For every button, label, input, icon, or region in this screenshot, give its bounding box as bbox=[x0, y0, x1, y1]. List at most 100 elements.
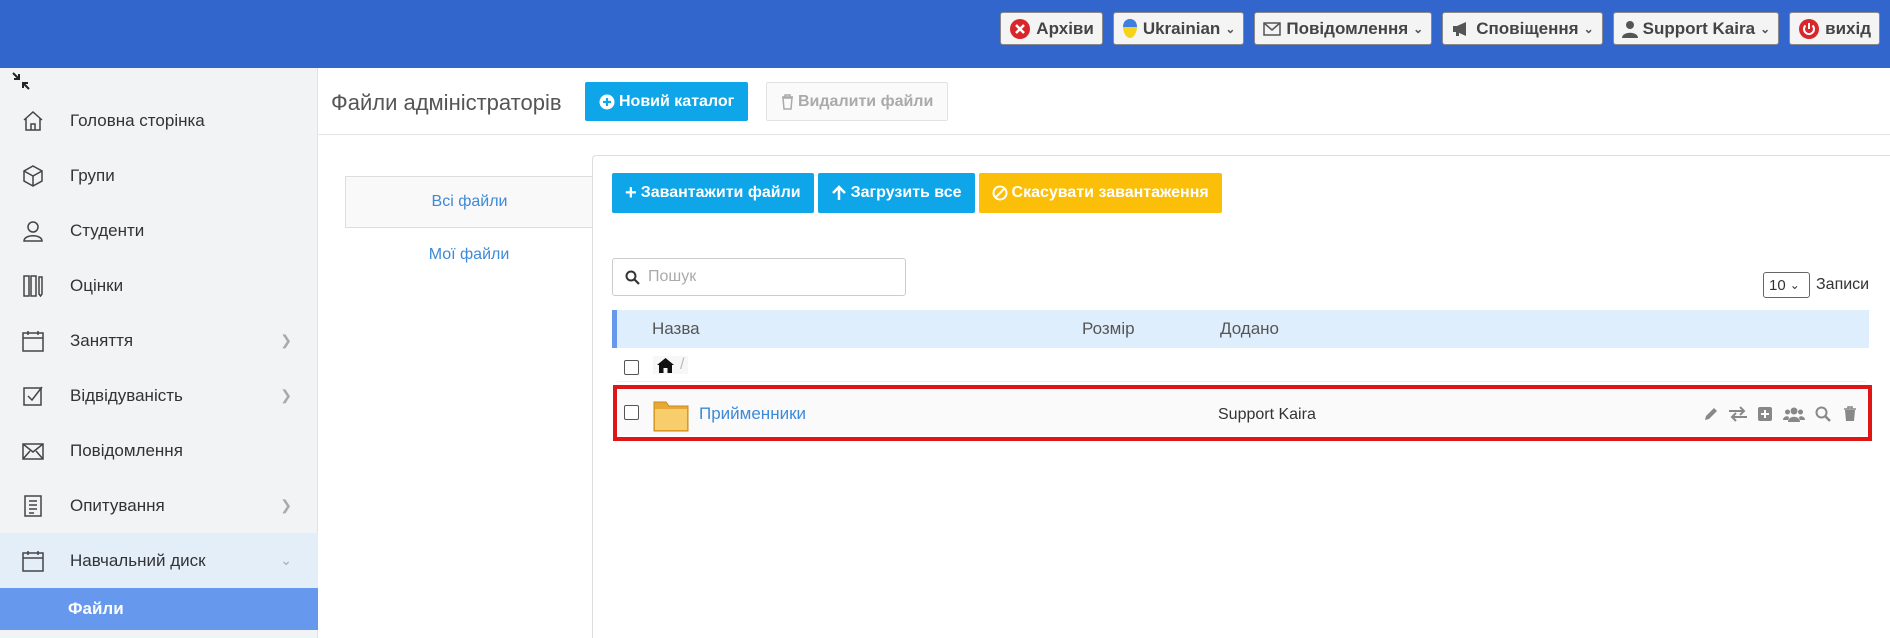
notifications-dropdown[interactable]: Сповіщення ⌄ bbox=[1442, 12, 1603, 45]
messages-label: Повідомлення bbox=[1286, 18, 1409, 38]
chevron-down-icon: ⌄ bbox=[280, 552, 292, 568]
breadcrumb-separator: / bbox=[680, 356, 685, 373]
envelope-icon bbox=[1263, 21, 1282, 36]
sidebar-item-lessons[interactable]: Заняття ❯ bbox=[0, 313, 318, 368]
breadcrumb-row: / bbox=[617, 352, 1866, 382]
collapse-sidebar-icon[interactable] bbox=[10, 70, 32, 92]
search-icon[interactable] bbox=[1813, 404, 1833, 424]
edit-pencil-icon[interactable] bbox=[1701, 404, 1721, 424]
language-label: Ukrainian bbox=[1142, 18, 1221, 38]
users-icon[interactable] bbox=[1782, 404, 1806, 424]
tab-my-files[interactable]: Мої файли bbox=[345, 228, 593, 282]
upload-files-button[interactable]: + Завантажити файли bbox=[612, 173, 814, 213]
ukraine-flag-icon bbox=[1122, 18, 1138, 39]
sidebar-item-grades[interactable]: Оцінки bbox=[0, 258, 318, 313]
trash-icon bbox=[781, 93, 794, 110]
per-page-value: 10 bbox=[1769, 276, 1786, 294]
sidebar-item-home[interactable]: Головна сторінка bbox=[0, 93, 318, 148]
delete-files-label: Видалити файли bbox=[798, 92, 934, 110]
select-all-checkbox[interactable] bbox=[624, 360, 639, 375]
chevron-right-icon: ❯ bbox=[280, 387, 292, 403]
content-header: Файли адміністраторів Новий каталог Вида… bbox=[318, 68, 1890, 135]
folder-name-link[interactable]: Прийменники bbox=[699, 404, 806, 424]
chevron-down-icon: ⌄ bbox=[1583, 21, 1594, 36]
sidebar-item-messages[interactable]: Повідомлення bbox=[0, 423, 318, 478]
power-icon bbox=[1798, 18, 1820, 40]
row-actions bbox=[1701, 404, 1860, 424]
table-row-inner: Прийменники Support Kaira bbox=[619, 391, 1866, 435]
messages-dropdown[interactable]: Повідомлення ⌄ bbox=[1254, 12, 1433, 45]
per-page-select[interactable]: 10 ⌄ bbox=[1763, 272, 1810, 298]
plus-icon: + bbox=[625, 181, 637, 204]
user-menu[interactable]: Support Kaira ⌄ bbox=[1612, 12, 1780, 45]
logout-button[interactable]: вихід bbox=[1789, 12, 1880, 45]
logout-label: вихід bbox=[1825, 18, 1871, 38]
table-header: Назва Розмір Додано bbox=[612, 310, 1869, 348]
close-circle-icon bbox=[1009, 18, 1031, 40]
chevron-down-icon: ⌄ bbox=[1225, 21, 1236, 36]
archives-label: Архіви bbox=[1036, 18, 1094, 38]
sidebar-item-surveys[interactable]: Опитування ❯ bbox=[0, 478, 318, 533]
plus-square-icon[interactable] bbox=[1755, 404, 1775, 424]
table-row[interactable]: Прийменники Support Kaira bbox=[613, 385, 1872, 441]
column-size[interactable]: Розмір bbox=[1082, 319, 1135, 339]
sidebar-item-label: Відвідуваність bbox=[70, 385, 183, 405]
checkbox-icon bbox=[20, 383, 46, 409]
upload-files-label: Завантажити файли bbox=[640, 184, 801, 201]
notifications-label: Сповіщення bbox=[1476, 18, 1579, 38]
chevron-down-icon: ⌄ bbox=[1789, 278, 1800, 292]
sidebar-item-groups[interactable]: Групи bbox=[0, 148, 318, 203]
ban-icon bbox=[992, 185, 1008, 201]
row-checkbox[interactable] bbox=[624, 405, 639, 420]
cube-icon bbox=[20, 163, 46, 189]
megaphone-icon bbox=[1451, 21, 1471, 37]
search-input[interactable] bbox=[648, 268, 888, 286]
upload-all-button[interactable]: Загрузить все bbox=[817, 173, 975, 213]
records-per-page: 10 ⌄ Записи bbox=[1763, 272, 1869, 298]
user-icon bbox=[1621, 20, 1638, 38]
sidebar-item-attendance[interactable]: Відвідуваність ❯ bbox=[0, 368, 318, 423]
column-added[interactable]: Додано bbox=[1220, 319, 1279, 339]
user-icon bbox=[20, 218, 46, 244]
envelope-icon bbox=[20, 438, 46, 464]
move-arrows-icon[interactable] bbox=[1728, 404, 1748, 424]
new-folder-label: Новий каталог bbox=[619, 92, 735, 110]
calendar-icon bbox=[20, 328, 46, 354]
plus-circle-icon bbox=[599, 94, 615, 110]
survey-icon bbox=[20, 493, 46, 519]
breadcrumb: / bbox=[653, 356, 689, 374]
tab-all-files[interactable]: Всі файли bbox=[345, 176, 593, 228]
search-icon bbox=[625, 270, 640, 285]
new-folder-button[interactable]: Новий каталог bbox=[585, 82, 749, 121]
chevron-down-icon: ⌄ bbox=[1760, 21, 1771, 36]
sidebar-item-label: Головна сторінка bbox=[70, 110, 205, 130]
sidebar-item-label: Навчальний диск bbox=[70, 550, 206, 570]
trash-icon[interactable] bbox=[1840, 404, 1860, 424]
cancel-upload-label: Скасувати завантаження bbox=[1011, 184, 1209, 201]
sidebar-item-label: Оцінки bbox=[70, 275, 124, 295]
records-label: Записи bbox=[1816, 276, 1870, 293]
calendar-icon bbox=[20, 548, 46, 574]
delete-files-button[interactable]: Видалити файли bbox=[766, 82, 949, 121]
sidebar-item-label: Студенти bbox=[70, 220, 145, 240]
sidebar-item-students[interactable]: Студенти bbox=[0, 203, 318, 258]
folder-added-by: Support Kaira bbox=[1218, 406, 1316, 423]
chevron-right-icon: ❯ bbox=[280, 332, 292, 348]
language-dropdown[interactable]: Ukrainian ⌄ bbox=[1112, 12, 1245, 45]
top-actions: Архіви Ukrainian ⌄ Повідомлення ⌄ Сповіщ… bbox=[1000, 12, 1880, 45]
user-label: Support Kaira bbox=[1642, 18, 1756, 38]
sidebar-item-label: Групи bbox=[70, 165, 115, 185]
sidebar-subitem-files[interactable]: Файли bbox=[0, 588, 318, 630]
column-name[interactable]: Назва bbox=[652, 319, 700, 339]
sidebar-item-label: Повідомлення bbox=[70, 440, 183, 460]
top-bar: Архіви Ukrainian ⌄ Повідомлення ⌄ Сповіщ… bbox=[0, 0, 1890, 68]
cancel-upload-button[interactable]: Скасувати завантаження bbox=[978, 173, 1222, 213]
file-tabs: Всі файли Мої файли bbox=[345, 176, 593, 282]
page-title: Файли адміністраторів bbox=[331, 90, 562, 115]
folder-icon bbox=[653, 398, 689, 432]
sidebar-item-study-drive[interactable]: Навчальний диск ⌄ bbox=[0, 533, 318, 588]
sidebar-item-label: Заняття bbox=[70, 330, 134, 350]
archives-button[interactable]: Архіви bbox=[1000, 12, 1103, 45]
search-box bbox=[612, 258, 906, 296]
home-icon[interactable] bbox=[657, 357, 674, 373]
